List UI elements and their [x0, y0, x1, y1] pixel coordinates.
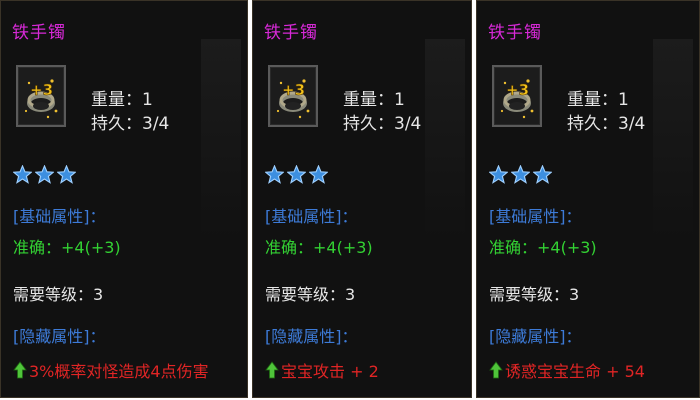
- item-title: 铁手镯: [12, 23, 66, 43]
- star-icon: [287, 165, 306, 184]
- required-level: 需要等级：3: [13, 285, 104, 304]
- hidden-attribute-row: 宝宝攻击 + 2: [265, 358, 379, 382]
- item-tooltip-panel-3: 铁手镯 +3 重量：1 持久：3/4 [基础属性]： 准确：+4(+3) 需要等…: [476, 0, 700, 398]
- item-weight: 重量：1: [343, 90, 405, 110]
- hidden-attributes-header: [隐藏属性]：: [489, 327, 582, 346]
- item-weight: 重量：1: [91, 90, 153, 110]
- star-icon: [265, 165, 284, 184]
- panel-background-shade: [201, 39, 241, 239]
- star-icon: [511, 165, 530, 184]
- item-icon-slot[interactable]: +3: [268, 65, 318, 127]
- item-tooltip-panel-1: 铁手镯 +3 重量：1 持久：3/4 [基础属性]： 准确：+4(+3) 需要等…: [0, 0, 248, 398]
- item-icon-slot[interactable]: +3: [492, 65, 542, 127]
- accuracy-stat: 准确：+4(+3): [13, 238, 121, 257]
- star-rating: [13, 165, 76, 184]
- item-durability: 持久：3/4: [567, 114, 646, 134]
- star-rating: [489, 165, 552, 184]
- up-arrow-icon: [13, 361, 27, 379]
- item-durability: 持久：3/4: [343, 114, 422, 134]
- enhance-label: +3: [30, 81, 53, 99]
- enhance-label: +3: [282, 81, 305, 99]
- base-attributes-header: [基础属性]：: [489, 207, 582, 226]
- star-icon: [35, 165, 54, 184]
- hidden-attributes-header: [隐藏属性]：: [13, 327, 106, 346]
- item-durability: 持久：3/4: [91, 114, 170, 134]
- bracelet-plus3-icon: +3: [24, 79, 58, 119]
- enhance-label: +3: [506, 81, 529, 99]
- star-rating: [265, 165, 328, 184]
- hidden-attribute-text: 诱惑宝宝生命 + 54: [505, 362, 645, 381]
- required-level: 需要等级：3: [265, 285, 356, 304]
- accuracy-stat: 准确：+4(+3): [265, 238, 373, 257]
- hidden-attribute-text: 3%概率对怪造成4点伤害: [29, 362, 209, 381]
- star-icon: [533, 165, 552, 184]
- base-attributes-header: [基础属性]：: [265, 207, 358, 226]
- panel-background-shade: [653, 39, 693, 239]
- star-icon: [309, 165, 328, 184]
- base-attributes-header: [基础属性]：: [13, 207, 106, 226]
- item-tooltip-panel-2: 铁手镯 +3 重量：1 持久：3/4 [基础属性]： 准确：+4(+3) 需要等…: [252, 0, 472, 398]
- star-icon: [57, 165, 76, 184]
- hidden-attribute-text: 宝宝攻击 + 2: [281, 362, 379, 381]
- hidden-attribute-row: 诱惑宝宝生命 + 54: [489, 358, 645, 382]
- star-icon: [13, 165, 32, 184]
- required-level: 需要等级：3: [489, 285, 580, 304]
- up-arrow-icon: [489, 361, 503, 379]
- star-icon: [489, 165, 508, 184]
- accuracy-stat: 准确：+4(+3): [489, 238, 597, 257]
- bracelet-plus3-icon: +3: [500, 79, 534, 119]
- bracelet-plus3-icon: +3: [276, 79, 310, 119]
- item-weight: 重量：1: [567, 90, 629, 110]
- hidden-attributes-header: [隐藏属性]：: [265, 327, 358, 346]
- panel-background-shade: [425, 39, 465, 239]
- item-icon-slot[interactable]: +3: [16, 65, 66, 127]
- item-title: 铁手镯: [264, 23, 318, 43]
- item-title: 铁手镯: [488, 23, 542, 43]
- hidden-attribute-row: 3%概率对怪造成4点伤害: [13, 358, 209, 382]
- up-arrow-icon: [265, 361, 279, 379]
